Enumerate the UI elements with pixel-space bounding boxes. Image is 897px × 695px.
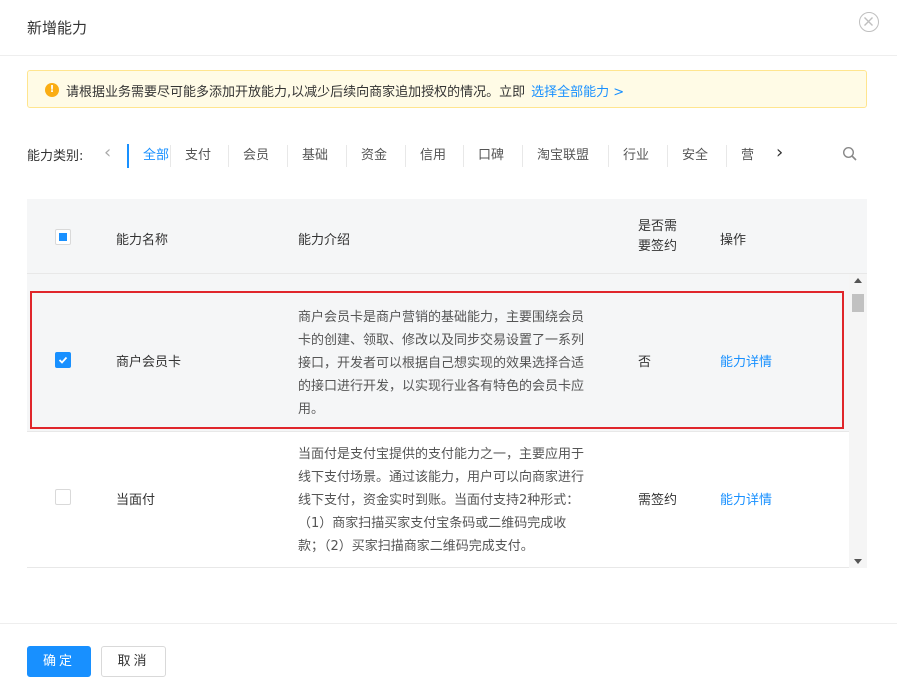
- row-description: 当面付是支付宝提供的支付能力之一，主要应用于 线下支付场景。通过该能力，用户可以…: [298, 443, 618, 558]
- category-tab[interactable]: 基础: [288, 141, 347, 171]
- active-tab-indicator: [127, 144, 129, 168]
- header-sign-line1: 是否需: [638, 219, 678, 234]
- table-scrollbar[interactable]: [849, 274, 867, 568]
- desc-line: 商户会员卡是商户营销的基础能力，主要围绕会员: [298, 310, 585, 325]
- category-tab[interactable]: 淘宝联盟: [523, 141, 609, 171]
- row-sign: 需签约: [638, 493, 678, 508]
- category-tab-label: 信用: [420, 148, 447, 163]
- modal-title: 新增能力: [27, 19, 88, 37]
- category-tabs: 全部 支付 会员 基础 资金 信用 口碑 淘宝联盟 行业 安全 营: [127, 141, 801, 171]
- desc-line: 的接口进行开发，以实现行业各有特色的会员卡应: [298, 379, 585, 394]
- chevron-left-icon: ‹: [104, 142, 112, 163]
- cancel-button[interactable]: 取消: [101, 646, 166, 677]
- header-action: 操作: [720, 233, 747, 248]
- category-tab-label: 行业: [623, 148, 650, 163]
- category-tab-label: 资金: [361, 148, 388, 163]
- category-tab[interactable]: 安全: [668, 141, 727, 171]
- search-button[interactable]: [842, 146, 858, 162]
- select-all-checkbox[interactable]: [55, 229, 71, 245]
- category-tab-label: 安全: [682, 148, 709, 163]
- capability-detail-link[interactable]: 能力详情: [720, 351, 772, 370]
- close-button[interactable]: [859, 12, 879, 32]
- desc-line: 用。: [298, 402, 325, 417]
- category-tab-label: 会员: [243, 148, 270, 163]
- scroll-thumb[interactable]: [852, 294, 864, 312]
- category-label: 能力类别:: [27, 149, 84, 164]
- category-tab-label: 全部: [143, 148, 170, 163]
- table-row: 商户会员卡 商户会员卡是商户营销的基础能力，主要围绕会员 卡的创建、领取、修改以…: [27, 274, 849, 432]
- capability-detail-link[interactable]: 能力详情: [720, 489, 772, 508]
- category-tab[interactable]: 全部: [127, 141, 171, 171]
- category-tab-label: 口碑: [478, 148, 505, 163]
- category-tab-label: 支付: [185, 148, 212, 163]
- modal-header: 新增能力: [0, 0, 897, 56]
- desc-line: （1）商家扫描买家支付宝条码或二维码完成收: [298, 516, 567, 531]
- header-intro: 能力介绍: [298, 233, 351, 248]
- chevron-right-icon: ›: [776, 142, 784, 163]
- row-checkbox[interactable]: [55, 489, 71, 505]
- category-next-button[interactable]: ›: [776, 142, 792, 166]
- category-tab[interactable]: 信用: [406, 141, 464, 171]
- row-name: 当面付: [116, 493, 156, 508]
- desc-line: 线下支付，资金实时到账。当面付支持2种形式：: [298, 493, 580, 508]
- category-tab[interactable]: 资金: [347, 141, 406, 171]
- desc-line: 线下支付场景。通过该能力，用户可以向商家进行: [298, 470, 585, 485]
- confirm-button[interactable]: 确定: [27, 646, 91, 677]
- header-sign-line2: 要签约: [638, 239, 678, 254]
- header-name: 能力名称: [116, 233, 169, 248]
- category-tab[interactable]: 会员: [229, 141, 288, 171]
- scroll-up-arrow-icon[interactable]: [854, 278, 862, 283]
- modal-footer: 确定 取消: [0, 623, 897, 695]
- alert-text: 请根据业务需要尽可能多添加开放能力,以减少后续向商家追加授权的情况。立即: [66, 85, 526, 100]
- desc-line: 接口，开发者可以根据自己想实现的效果选择合适: [298, 356, 585, 371]
- category-tab-label: 基础: [302, 148, 329, 163]
- category-tab[interactable]: 行业: [609, 141, 668, 171]
- row-checkbox[interactable]: [55, 352, 71, 368]
- table-body: 商户会员卡 商户会员卡是商户营销的基础能力，主要围绕会员 卡的创建、领取、修改以…: [27, 274, 849, 568]
- table-row: 当面付 当面付是支付宝提供的支付能力之一，主要应用于 线下支付场景。通过该能力，…: [27, 432, 849, 568]
- desc-line: 款；（2）买家扫描商家二维码完成支付。: [298, 539, 534, 554]
- row-description: 商户会员卡是商户营销的基础能力，主要围绕会员 卡的创建、领取、修改以及同步交易设…: [298, 306, 618, 421]
- info-alert: ! 请根据业务需要尽可能多添加开放能力,以减少后续向商家追加授权的情况。立即 选择…: [27, 70, 867, 108]
- category-tab-label: 淘宝联盟: [537, 148, 590, 163]
- row-name: 商户会员卡: [116, 355, 182, 370]
- category-prev-button[interactable]: ‹: [104, 143, 120, 165]
- category-tab[interactable]: 支付: [171, 141, 229, 171]
- select-all-link[interactable]: 选择全部能力 >: [531, 85, 624, 100]
- alert-message: 请根据业务需要尽可能多添加开放能力,以减少后续向商家追加授权的情况。立即 选择全部…: [66, 81, 624, 100]
- capability-table: 能力名称 能力介绍 是否需 要签约 操作 商户会员卡 商户会员卡是商户营销的基础…: [27, 199, 867, 568]
- search-icon: [842, 146, 858, 166]
- scroll-down-arrow-icon[interactable]: [854, 559, 862, 564]
- row-sign: 否: [638, 355, 652, 370]
- warning-icon: !: [45, 83, 59, 97]
- desc-line: 当面付是支付宝提供的支付能力之一，主要应用于: [298, 447, 585, 462]
- category-tab[interactable]: 口碑: [464, 141, 523, 171]
- header-sign: 是否需 要签约: [638, 217, 677, 257]
- table-header: 能力名称 能力介绍 是否需 要签约 操作: [27, 199, 867, 274]
- desc-line: 卡的创建、领取、修改以及同步交易设置了一系列: [298, 333, 585, 348]
- category-tab-label: 营: [741, 148, 755, 163]
